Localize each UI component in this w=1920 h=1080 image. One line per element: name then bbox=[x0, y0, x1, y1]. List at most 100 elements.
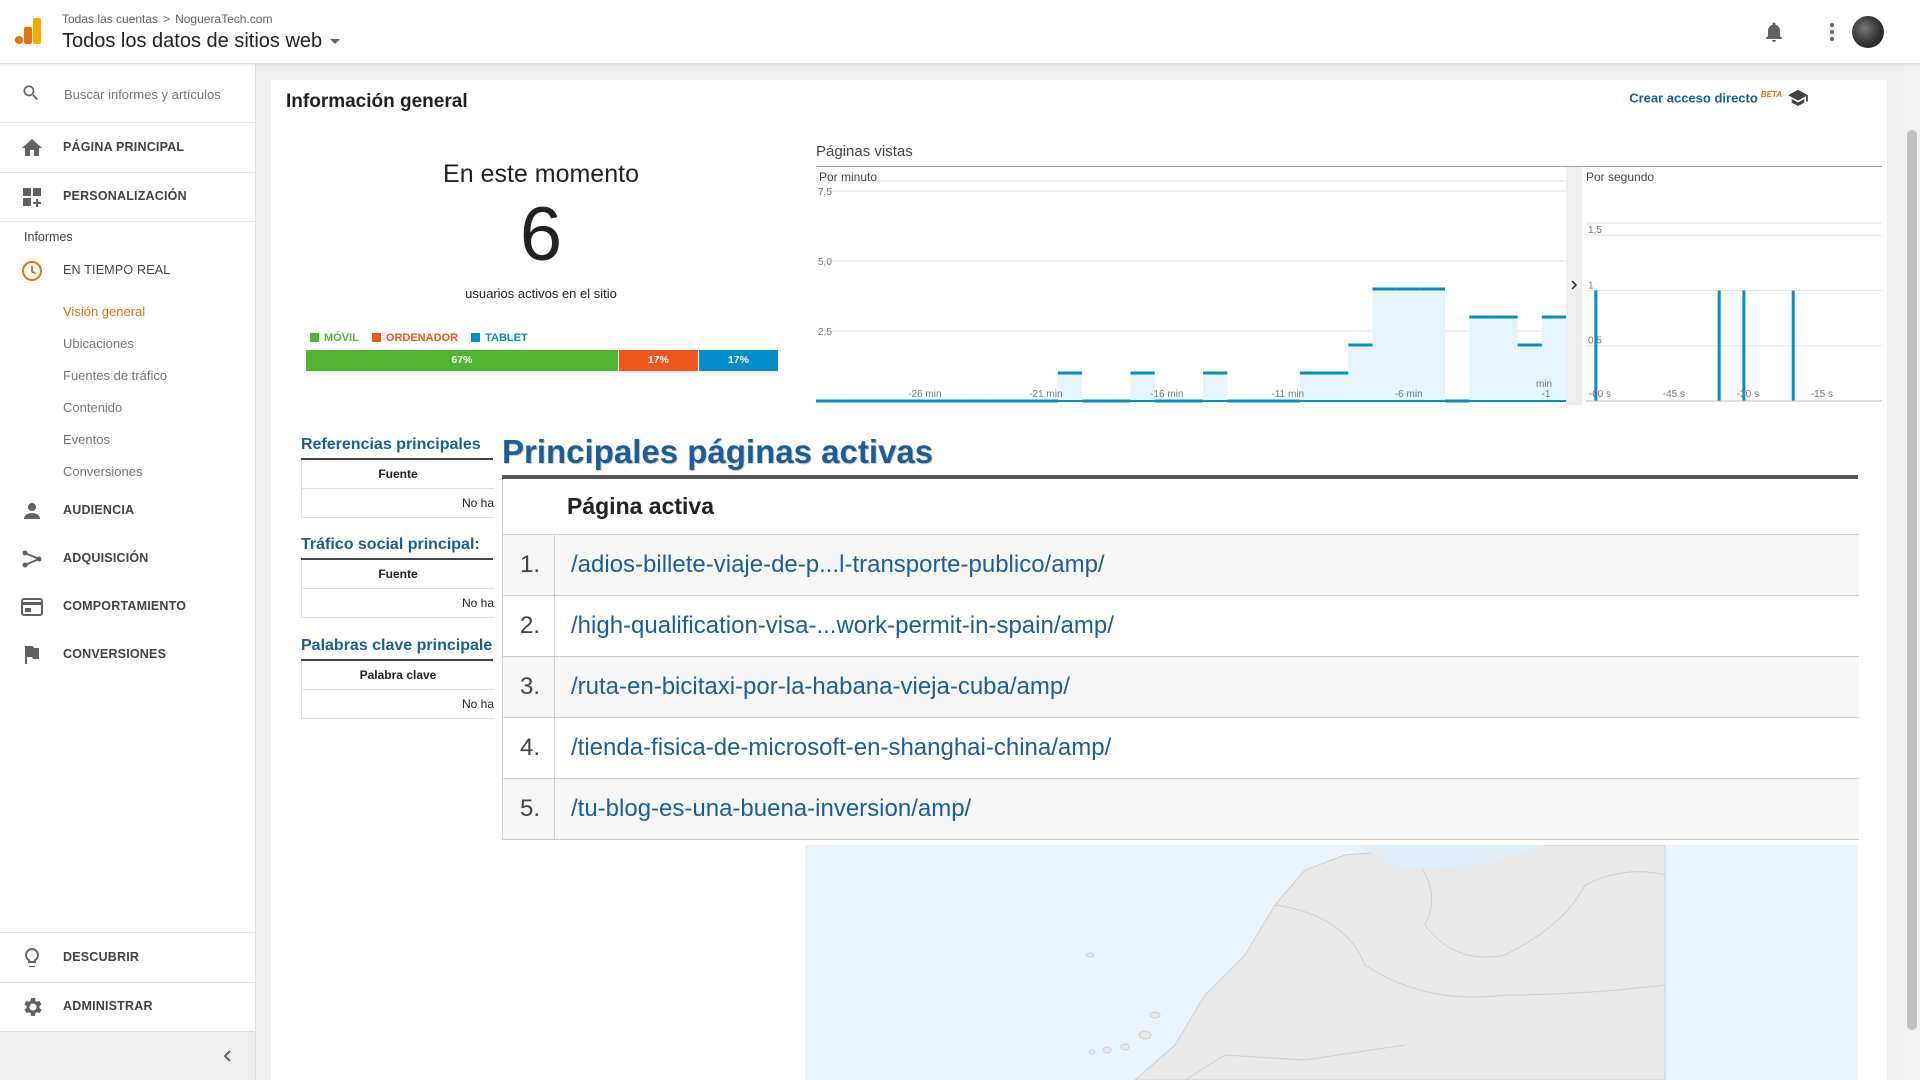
sidebar-item-discover[interactable]: DESCUBRIR bbox=[0, 934, 255, 982]
view-title: Todos los datos de sitios web bbox=[62, 30, 323, 52]
top-social-title[interactable]: Tráfico social principal: bbox=[301, 536, 480, 554]
view-selector[interactable]: Todos los datos de sitios web bbox=[62, 30, 341, 53]
sidebar-item-label: PÁGINA PRINCIPAL bbox=[63, 140, 185, 154]
chevron-down-icon bbox=[330, 39, 341, 45]
more-vert-icon[interactable] bbox=[1820, 20, 1844, 44]
analytics-logo-icon[interactable] bbox=[14, 17, 42, 45]
top-active-pages-title[interactable]: Principales páginas activas bbox=[502, 433, 933, 471]
top-referrals-title[interactable]: Referencias principales bbox=[301, 436, 481, 454]
pageviews-chart-svg: 2,5 5,0 7,5 -26 min -21 min -16 min -11 min -6 … bbox=[816, 167, 1882, 405]
row-number: 2. bbox=[519, 612, 540, 639]
table-row: 2. /high-qualification-visa-...work-perm… bbox=[503, 596, 1859, 657]
reports-section-label: Informes bbox=[24, 230, 73, 244]
breadcrumb[interactable]: Todas las cuentas > NogueraTech.com bbox=[62, 12, 272, 26]
active-pages-table: Página activa 1. /adios-billete-viaje-de… bbox=[502, 479, 1859, 840]
per-minute-area bbox=[816, 289, 1566, 401]
sidebar-subitem-conversions[interactable]: Conversiones bbox=[63, 464, 143, 479]
graduation-cap-icon[interactable] bbox=[1787, 88, 1809, 106]
scrollbar-thumb[interactable] bbox=[1907, 130, 1917, 1030]
create-shortcut-link[interactable]: Crear acceso directo BETA bbox=[1629, 90, 1782, 105]
map-land-shapes bbox=[1085, 845, 1666, 1080]
lightbulb-icon bbox=[25, 948, 39, 967]
right-now-title: En este momento bbox=[443, 160, 639, 188]
sidebar-item-acquisition[interactable]: ADQUISICIÓN bbox=[0, 535, 255, 583]
search-icon bbox=[23, 85, 39, 101]
sidebar-item-label: ADMINISTRAR bbox=[63, 999, 153, 1013]
table-header: Fuente bbox=[302, 460, 494, 489]
row-number: 4. bbox=[519, 734, 540, 761]
dashboard-add-icon bbox=[23, 188, 41, 207]
active-page-link[interactable]: /tu-blog-es-una-buena-inversion/amp/ bbox=[571, 795, 971, 823]
sidebar-subitem-overview[interactable]: Visión general bbox=[63, 304, 145, 319]
sidebar-item-admin[interactable]: ADMINISTRAR bbox=[0, 983, 255, 1031]
sidebar-item-realtime[interactable]: EN TIEMPO REAL bbox=[0, 247, 255, 295]
sidebar-item-label: EN TIEMPO REAL bbox=[63, 263, 171, 277]
sidebar-subitem-events[interactable]: Eventos bbox=[63, 432, 110, 447]
x-tick-label: -45 s bbox=[1663, 389, 1685, 400]
sidebar-subitem-traffic-sources[interactable]: Fuentes de tráfico bbox=[63, 368, 167, 383]
realtime-map[interactable] bbox=[805, 845, 1858, 1080]
sidebar-subitem-content[interactable]: Contenido bbox=[63, 400, 122, 415]
row-number: 5. bbox=[519, 795, 540, 822]
active-page-link[interactable]: /tienda-fisica-de-microsoft-en-shanghai-… bbox=[571, 734, 1111, 762]
per-second-label: Por segundo bbox=[1586, 170, 1655, 184]
table-header: Página activa bbox=[503, 479, 1859, 535]
social-table: Fuente No ha bbox=[301, 560, 494, 618]
chevron-left-icon[interactable] bbox=[221, 1049, 235, 1063]
sidebar-item-behavior[interactable]: COMPORTAMIENTO bbox=[0, 583, 255, 631]
home-icon bbox=[22, 139, 42, 156]
x-tick-label: -15 s bbox=[1811, 389, 1833, 400]
sidebar-subitem-locations[interactable]: Ubicaciones bbox=[63, 336, 134, 351]
active-page-link[interactable]: /high-qualification-visa-...work-permit-… bbox=[571, 612, 1114, 640]
sidebar-item-label: COMPORTAMIENTO bbox=[63, 599, 187, 613]
keywords-table: Palabra clave No ha bbox=[301, 661, 494, 719]
sidebar-item-customization[interactable]: PERSONALIZACIÓN bbox=[0, 173, 255, 221]
x-tick-label: -6 min bbox=[1395, 389, 1423, 400]
legend-desktop: ORDENADOR bbox=[371, 332, 458, 344]
table-row: No ha bbox=[302, 489, 494, 518]
active-page-link[interactable]: /ruta-en-bicitaxi-por-la-habana-vieja-cu… bbox=[571, 673, 1070, 701]
table-row: 4. /tienda-fisica-de-microsoft-en-shangh… bbox=[503, 718, 1859, 779]
segment-desktop: 17% bbox=[618, 350, 699, 371]
sidebar-item-conversions[interactable]: CONVERSIONES bbox=[0, 631, 255, 679]
breadcrumb-account[interactable]: NogueraTech.com bbox=[175, 12, 272, 26]
realtime-overview-card: Información general Crear acceso directo… bbox=[271, 80, 1887, 1080]
breadcrumb-root[interactable]: Todas las cuentas bbox=[62, 12, 158, 26]
acquisition-icon bbox=[22, 550, 42, 568]
sidebar-collapse-bar bbox=[0, 1031, 255, 1080]
clock-icon bbox=[22, 261, 42, 281]
sidebar: PÁGINA PRINCIPAL PERSONALIZACIÓN Informe… bbox=[0, 64, 256, 1080]
divider bbox=[0, 932, 255, 933]
x-tick-label: -30 s bbox=[1737, 389, 1759, 400]
per-minute-label: Por minuto bbox=[819, 170, 878, 184]
sidebar-item-label: DESCUBRIR bbox=[63, 950, 140, 964]
device-legend: MÓVIL ORDENADOR TABLET bbox=[310, 332, 538, 344]
sidebar-item-label: AUDIENCIA bbox=[63, 503, 135, 517]
table-row: No ha bbox=[302, 690, 494, 719]
row-number: 1. bbox=[519, 551, 540, 578]
segment-mobile: 67% bbox=[306, 350, 619, 371]
beta-badge: BETA bbox=[1760, 90, 1782, 99]
gear-icon bbox=[24, 998, 42, 1016]
sidebar-item-audience[interactable]: AUDIENCIA bbox=[0, 487, 255, 535]
sidebar-item-label: CONVERSIONES bbox=[63, 647, 167, 661]
active-users-label: usuarios activos en el sitio bbox=[465, 286, 617, 301]
table-header: Palabra clave bbox=[302, 661, 494, 690]
table-row: 3. /ruta-en-bicitaxi-por-la-habana-vieja… bbox=[503, 657, 1859, 718]
top-keywords-title[interactable]: Palabras clave principale bbox=[301, 637, 492, 655]
page-scrollbar[interactable] bbox=[1903, 64, 1920, 1080]
y-tick-label: 7,5 bbox=[818, 187, 832, 198]
avatar[interactable] bbox=[1852, 16, 1884, 48]
search-input[interactable] bbox=[62, 82, 231, 106]
sidebar-item-home[interactable]: PÁGINA PRINCIPAL bbox=[0, 124, 255, 172]
pageviews-title: Páginas vistas bbox=[816, 143, 913, 160]
bell-icon[interactable] bbox=[1762, 20, 1786, 44]
table-row: No ha bbox=[302, 589, 494, 618]
x-tick-label: -60 s bbox=[1589, 389, 1611, 400]
table-row: 1. /adios-billete-viaje-de-p...l-transpo… bbox=[503, 535, 1859, 596]
x-tick-label: -16 min bbox=[1150, 389, 1183, 400]
active-page-link[interactable]: /adios-billete-viaje-de-p...l-transporte… bbox=[571, 551, 1105, 579]
sidebar-search bbox=[0, 64, 255, 123]
referrals-table: Fuente No ha bbox=[301, 460, 494, 518]
table-header: Fuente bbox=[302, 560, 494, 589]
